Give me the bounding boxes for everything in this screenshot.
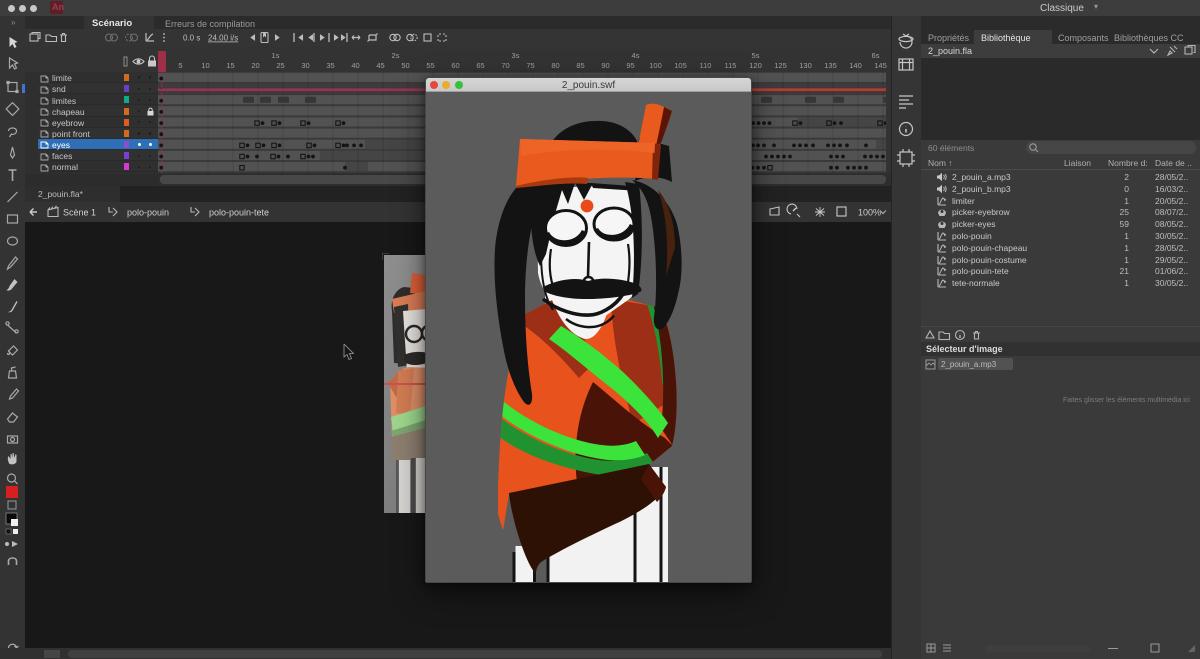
svg-text:15: 15 bbox=[226, 61, 234, 70]
svg-text:3s: 3s bbox=[512, 51, 520, 60]
svg-text:Scène 1: Scène 1 bbox=[63, 208, 96, 218]
svg-text:135: 135 bbox=[824, 61, 837, 70]
svg-text:40: 40 bbox=[351, 61, 359, 70]
svg-text:25: 25 bbox=[276, 61, 284, 70]
svg-text:55: 55 bbox=[426, 61, 434, 70]
svg-text:60: 60 bbox=[451, 61, 459, 70]
svg-text:105: 105 bbox=[674, 61, 687, 70]
svg-text:120: 120 bbox=[749, 61, 762, 70]
svg-text:1s: 1s bbox=[272, 51, 280, 60]
svg-text:90: 90 bbox=[601, 61, 609, 70]
svg-text:100: 100 bbox=[649, 61, 662, 70]
svg-text:75: 75 bbox=[526, 61, 534, 70]
svg-text:65: 65 bbox=[476, 61, 484, 70]
svg-text:2s: 2s bbox=[392, 51, 400, 60]
svg-text:45: 45 bbox=[376, 61, 384, 70]
svg-text:145: 145 bbox=[874, 61, 887, 70]
svg-text:110: 110 bbox=[700, 61, 712, 70]
svg-text:24.00 i/s: 24.00 i/s bbox=[208, 34, 238, 43]
svg-text:125: 125 bbox=[774, 61, 787, 70]
svg-text:4s: 4s bbox=[632, 51, 640, 60]
svg-text:polo-pouin: polo-pouin bbox=[127, 208, 169, 218]
svg-text:80: 80 bbox=[551, 61, 559, 70]
svg-text:5s: 5s bbox=[752, 51, 760, 60]
svg-text:polo-pouin-tete: polo-pouin-tete bbox=[209, 208, 269, 218]
svg-text:6s: 6s bbox=[872, 51, 880, 60]
svg-text:100%: 100% bbox=[858, 208, 881, 218]
svg-text:30: 30 bbox=[301, 61, 309, 70]
svg-text:115: 115 bbox=[725, 61, 737, 70]
svg-text:130: 130 bbox=[799, 61, 812, 70]
svg-text:10: 10 bbox=[201, 61, 209, 70]
svg-text:140: 140 bbox=[849, 61, 862, 70]
svg-text:50: 50 bbox=[401, 61, 409, 70]
svg-text:5: 5 bbox=[178, 61, 182, 70]
svg-text:0.0 s: 0.0 s bbox=[183, 34, 200, 43]
svg-text:70: 70 bbox=[501, 61, 509, 70]
svg-text:85: 85 bbox=[576, 61, 584, 70]
svg-text:20: 20 bbox=[251, 61, 259, 70]
svg-text:35: 35 bbox=[326, 61, 334, 70]
svg-text:95: 95 bbox=[626, 61, 634, 70]
